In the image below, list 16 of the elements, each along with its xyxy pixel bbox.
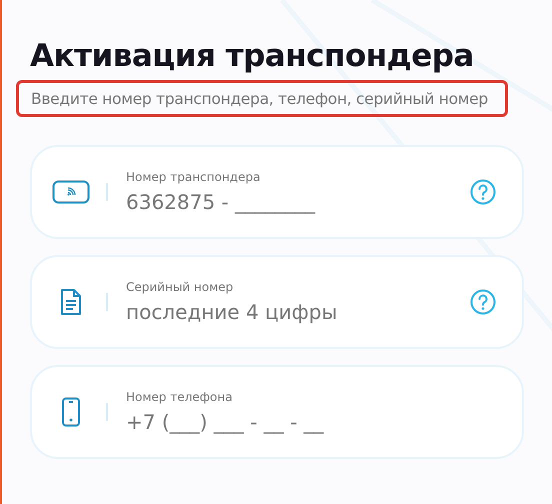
phone-icon — [61, 397, 81, 427]
document-icon — [60, 288, 82, 316]
field-label: Номер телефона — [126, 390, 234, 404]
page-title: Активация транспондера — [30, 38, 475, 74]
input-card[interactable]: Номер транспондера 6362875 - ________ — [30, 145, 524, 239]
help-icon[interactable] — [470, 179, 496, 205]
input-field[interactable]: последние 4 цифры — [126, 300, 426, 324]
transponder-icon — [52, 180, 90, 204]
input-card[interactable]: Номер телефона +7 (___) ___ - __ - __ — [30, 365, 524, 459]
field-label: Номер транспондера — [126, 170, 262, 184]
subtitle: Введите номер транспондера, телефон, серийный номер — [31, 90, 488, 108]
input-field[interactable]: +7 (___) ___ - __ - __ — [126, 410, 426, 434]
input-card[interactable]: Серийный номер последние 4 цифры — [30, 255, 524, 349]
field-label: Серийный номер — [126, 280, 234, 294]
help-icon[interactable] — [470, 289, 496, 315]
input-field[interactable]: 6362875 - ________ — [126, 190, 426, 214]
